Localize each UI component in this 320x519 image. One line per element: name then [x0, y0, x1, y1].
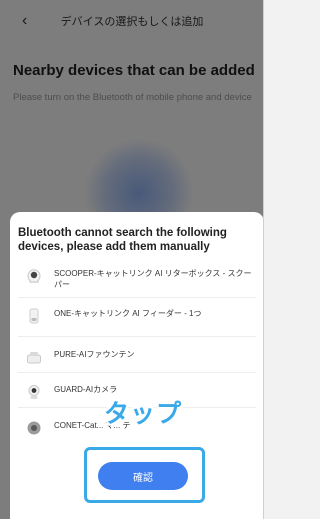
device-name: ONE-キャットリンク AI フィーダー - 1つ	[54, 309, 202, 318]
feeder-icon	[26, 308, 42, 324]
divider	[18, 372, 256, 373]
divider	[18, 336, 256, 337]
device-select-screen: ‹ デバイスの選択もしくは追加 Nearby devices that can …	[0, 0, 264, 519]
litter-box-icon	[26, 268, 42, 284]
device-item-one[interactable]: ONE-キャットリンク AI フィーダー - 1つ	[26, 308, 256, 324]
device-item-pure[interactable]: PURE-AIファウンテン	[26, 349, 256, 365]
tap-annotation: タップ	[104, 400, 183, 428]
collar-icon	[26, 420, 42, 436]
device-item-guard[interactable]: GUARD-AIカメラ	[26, 384, 256, 400]
divider	[18, 297, 256, 298]
device-name: SCOOPER-キャットリンク AI リターボックス - スクーパー	[54, 269, 252, 289]
confirm-button[interactable]: 確認	[98, 462, 188, 490]
device-name: GUARD-AIカメラ	[54, 385, 118, 394]
sheet-title: Bluetooth cannot search the following de…	[18, 227, 227, 253]
fountain-icon	[26, 349, 42, 365]
right-border	[263, 0, 264, 519]
camera-icon	[26, 384, 42, 400]
device-name: PURE-AIファウンテン	[54, 350, 135, 359]
device-item-scooper[interactable]: SCOOPER-キャットリンク AI リターボックス - スクーパー	[26, 268, 256, 290]
